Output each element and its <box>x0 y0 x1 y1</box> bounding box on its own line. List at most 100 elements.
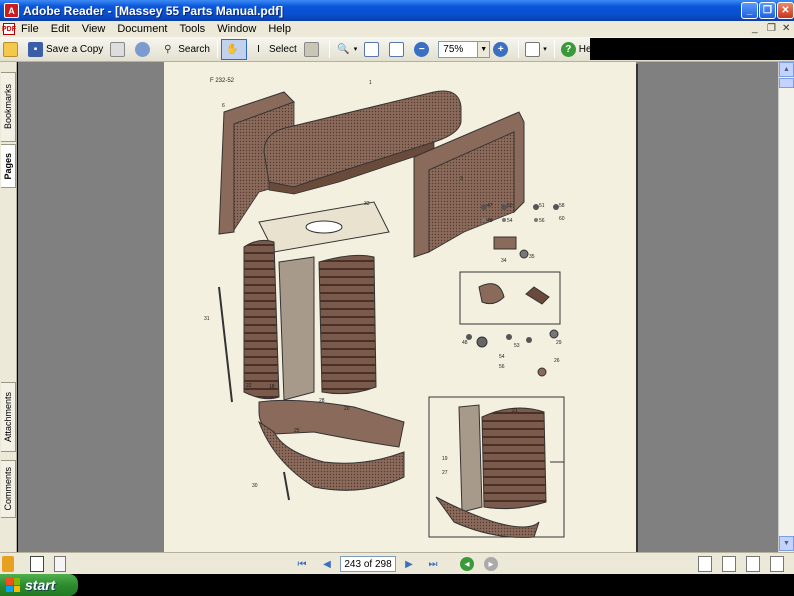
plus-icon: + <box>493 41 509 57</box>
first-page-button[interactable]: ⏮ <box>295 556 309 572</box>
menu-tools[interactable]: Tools <box>174 23 212 35</box>
svg-text:56: 56 <box>539 218 545 224</box>
print-button[interactable] <box>107 39 131 60</box>
facing-view-button[interactable] <box>746 556 760 572</box>
save-copy-button[interactable]: ▪ Save a Copy <box>25 39 106 60</box>
tab-comments[interactable]: Comments <box>1 460 16 518</box>
bracket-34 <box>493 236 517 250</box>
hand-tool-button[interactable]: ✋ <box>220 38 247 60</box>
page-layout-icon <box>525 41 541 57</box>
svg-text:48: 48 <box>487 218 493 224</box>
chevron-down-icon: ▾ <box>543 46 547 53</box>
document-status-icon <box>2 556 14 572</box>
taskbar: start <box>0 574 794 596</box>
menu-window[interactable]: Window <box>211 23 262 35</box>
page-size-icon[interactable] <box>30 556 44 572</box>
next-page-button[interactable]: ▶ <box>402 556 416 572</box>
svg-text:60: 60 <box>559 216 565 222</box>
grille-left-section <box>243 239 280 400</box>
zoom-in-button[interactable]: + <box>490 39 514 60</box>
email-button[interactable] <box>132 39 156 60</box>
maximize-button[interactable]: ❐ <box>759 2 776 19</box>
tab-bookmarks[interactable]: Bookmarks <box>1 72 16 142</box>
document-view[interactable]: F 232-52 1 3 6 31 22 18 28 20 25 30 33 3… <box>18 62 778 552</box>
rotate-button[interactable]: ▾ <box>522 39 550 60</box>
single-page-view-button[interactable] <box>698 556 712 572</box>
vertical-scrollbar[interactable]: ▲ ▼ <box>778 62 794 552</box>
hardware-cluster-bottom <box>466 329 559 377</box>
apron-bracket <box>283 471 290 501</box>
select-tool-button[interactable]: I Select <box>248 39 300 60</box>
svg-text:56: 56 <box>499 364 505 370</box>
figure-code: F 232-52 <box>210 78 235 84</box>
page-indicator-wrap: 243 of 298 <box>340 556 396 572</box>
previous-page-button[interactable]: ◀ <box>320 556 334 572</box>
snapshot-button[interactable] <box>301 39 325 60</box>
close-button[interactable]: ✕ <box>777 2 794 19</box>
svg-text:47: 47 <box>487 203 493 209</box>
doc-minimize-button[interactable]: _ <box>752 23 758 34</box>
magnifier-icon: 🔍 <box>337 43 350 55</box>
text-cursor-icon: I <box>257 43 260 55</box>
zoom-dropdown-button[interactable]: ▼ <box>478 40 491 58</box>
save-icon: ▪ <box>28 41 43 57</box>
question-icon: ? <box>560 41 576 57</box>
scroll-up-button[interactable]: ▲ <box>779 62 794 77</box>
tab-attachments[interactable]: Attachments <box>1 382 16 452</box>
continuous-view-button[interactable] <box>722 556 736 572</box>
menu-document[interactable]: Document <box>111 23 173 35</box>
svg-text:6: 6 <box>222 103 225 109</box>
toolbar-separator <box>328 40 330 58</box>
open-button[interactable] <box>0 39 24 60</box>
doc-restore-button[interactable]: ❐ <box>767 23 776 34</box>
continuous-facing-view-button[interactable] <box>770 556 784 572</box>
search-button[interactable]: ⚲ Search <box>157 39 213 60</box>
svg-text:54: 54 <box>507 218 513 224</box>
svg-text:30: 30 <box>252 483 258 489</box>
zoom-in-tool-button[interactable]: 🔍 ▾ <box>333 39 361 60</box>
go-forward-button[interactable]: ▸ <box>484 557 498 571</box>
filler-opening <box>305 220 343 234</box>
menu-edit[interactable]: Edit <box>45 23 76 35</box>
last-page-button[interactable]: ⏭ <box>426 556 440 572</box>
svg-text:34: 34 <box>501 258 507 264</box>
navigation-pane-tabs: Bookmarks Pages Attachments Comments <box>0 62 17 552</box>
scroll-down-button[interactable]: ▼ <box>779 536 794 551</box>
svg-text:25: 25 <box>294 428 300 434</box>
printer-icon <box>110 41 126 57</box>
pdf-page[interactable]: F 232-52 1 3 6 31 22 18 28 20 25 30 33 3… <box>164 62 636 552</box>
folder-icon <box>3 41 18 57</box>
latch-part <box>478 283 505 305</box>
menu-file[interactable]: File <box>15 23 45 35</box>
minimize-button[interactable]: _ <box>741 2 758 19</box>
menu-help[interactable]: Help <box>262 23 297 35</box>
menu-bar: PDF File Edit View Document Tools Window… <box>0 21 794 37</box>
windows-logo-icon <box>6 578 20 592</box>
menu-view[interactable]: View <box>76 23 112 35</box>
actual-size-icon <box>364 41 380 57</box>
adobe-reader-icon: A <box>4 3 19 18</box>
fastener-35 <box>519 249 529 259</box>
svg-text:21: 21 <box>512 408 518 414</box>
fit-page-icon <box>389 41 405 57</box>
grille-right-section <box>318 254 377 395</box>
zoom-out-button[interactable]: − <box>411 39 435 60</box>
email-icon <box>135 41 151 57</box>
toolbar-separator <box>518 40 520 58</box>
scroll-thumb[interactable] <box>779 78 794 88</box>
page-number-input[interactable]: 243 of 298 <box>340 556 396 572</box>
zoom-level-input[interactable]: 75% <box>438 40 479 58</box>
start-button[interactable]: start <box>0 574 78 596</box>
page-properties-icon[interactable] <box>54 556 66 572</box>
go-back-button[interactable]: ◂ <box>460 557 474 571</box>
svg-text:50: 50 <box>507 203 513 209</box>
tab-pages[interactable]: Pages <box>1 144 16 188</box>
fit-page-button[interactable] <box>386 39 410 60</box>
svg-text:19: 19 <box>442 456 448 462</box>
svg-text:48: 48 <box>462 340 468 346</box>
svg-text:35: 35 <box>529 254 535 260</box>
actual-size-button[interactable] <box>361 39 385 60</box>
doc-close-button[interactable]: ✕ <box>782 23 790 34</box>
svg-text:20: 20 <box>344 406 350 412</box>
chevron-down-icon: ▾ <box>353 46 358 53</box>
